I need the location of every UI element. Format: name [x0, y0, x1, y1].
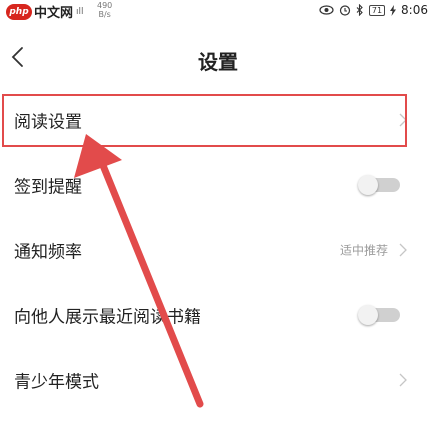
watermark-text: 中文网: [34, 6, 74, 21]
chevron-right-icon: [399, 373, 407, 387]
settings-row-show-recent-books[interactable]: 向他人展示最近阅读书籍: [0, 287, 436, 343]
settings-row-label: 签到提醒: [14, 177, 82, 198]
bluetooth-icon: [356, 4, 363, 16]
page-title: 设置: [198, 50, 238, 74]
status-bar: php 中文网 ıll 490 B/s 71 8:06: [0, 0, 436, 22]
settings-row-checkin-reminder[interactable]: 签到提醒: [0, 157, 436, 213]
toggle-knob: [358, 305, 378, 325]
network-speed-value: 490: [97, 1, 113, 10]
charging-icon: [390, 4, 397, 16]
settings-row-label: 向他人展示最近阅读书籍: [14, 307, 201, 328]
checkin-reminder-toggle[interactable]: [358, 175, 400, 195]
settings-row-label: 阅读设置: [14, 112, 82, 133]
settings-row-label: 通知频率: [14, 242, 82, 263]
battery-icon: 71: [368, 4, 386, 16]
alarm-icon: [339, 5, 350, 16]
watermark-logo: php 中文网 ıll: [6, 2, 84, 21]
settings-row-notification-frequency[interactable]: 通知频率 适中推荐: [0, 222, 436, 278]
header: 设置: [0, 38, 436, 78]
status-icons: 71 8:06: [319, 3, 428, 17]
chevron-right-icon: [399, 113, 407, 127]
chevron-right-icon: [399, 243, 407, 257]
settings-row-reading[interactable]: 阅读设置: [0, 92, 436, 148]
toggle-knob: [358, 175, 378, 195]
watermark-badge: php: [6, 3, 32, 20]
status-time: 8:06: [401, 3, 428, 17]
notification-frequency-value: 适中推荐: [339, 243, 388, 258]
settings-row-label: 青少年模式: [14, 372, 99, 393]
settings-row-teen-mode[interactable]: 青少年模式: [0, 352, 436, 408]
network-speed-unit: B/s: [98, 10, 111, 19]
eye-icon: [319, 5, 334, 15]
show-recent-books-toggle[interactable]: [358, 305, 400, 325]
signal-icon: ıll: [76, 6, 84, 17]
network-speed: 490 B/s: [97, 1, 112, 19]
